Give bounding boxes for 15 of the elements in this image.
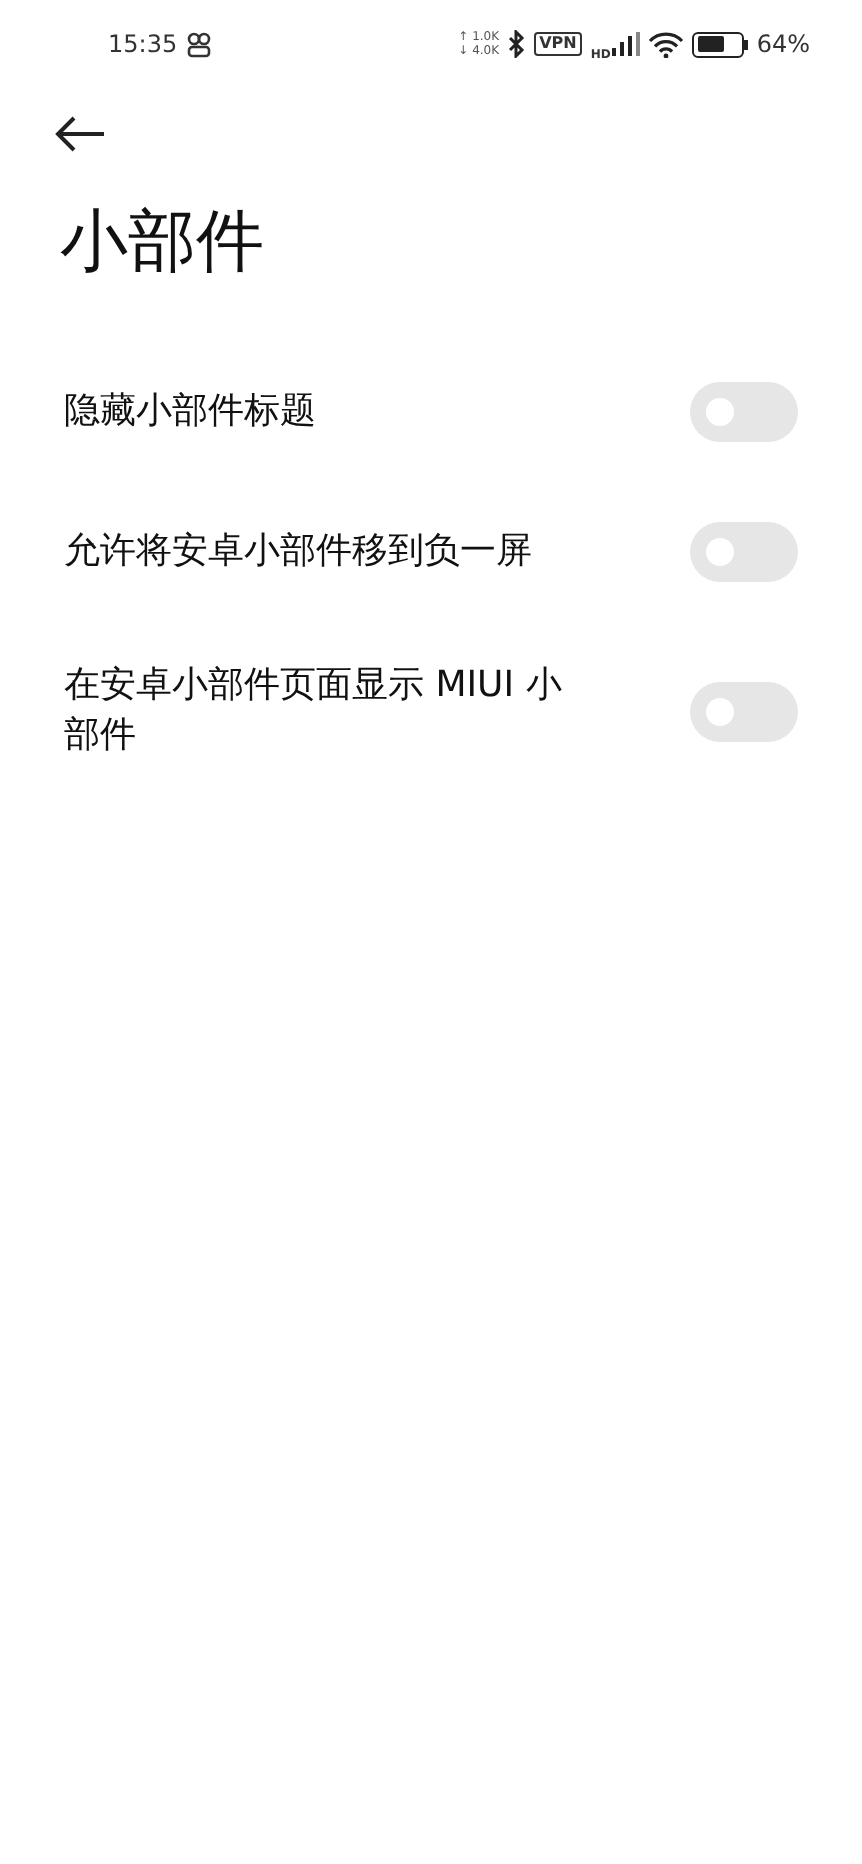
vpn-badge: VPN [533,32,583,56]
battery-icon [692,31,749,57]
page-title: 小部件 [58,199,266,283]
bluetooth-icon [507,30,526,58]
setting-label: 在安卓小部件页面显示 MIUI 小部件 [64,662,564,760]
toggle-switch[interactable] [690,382,798,443]
notification-icon [185,31,212,57]
setting-label: 隐藏小部件标题 [64,388,318,437]
toggle-switch[interactable] [690,681,798,742]
battery-percentage: 64% [756,28,810,62]
toggle-switch[interactable] [690,522,798,583]
setting-label: 允许将安卓小部件移到负一屏 [64,528,534,577]
signal-icon [612,32,641,56]
clock-time: 15:35 [108,28,178,62]
wifi-icon [648,31,685,57]
